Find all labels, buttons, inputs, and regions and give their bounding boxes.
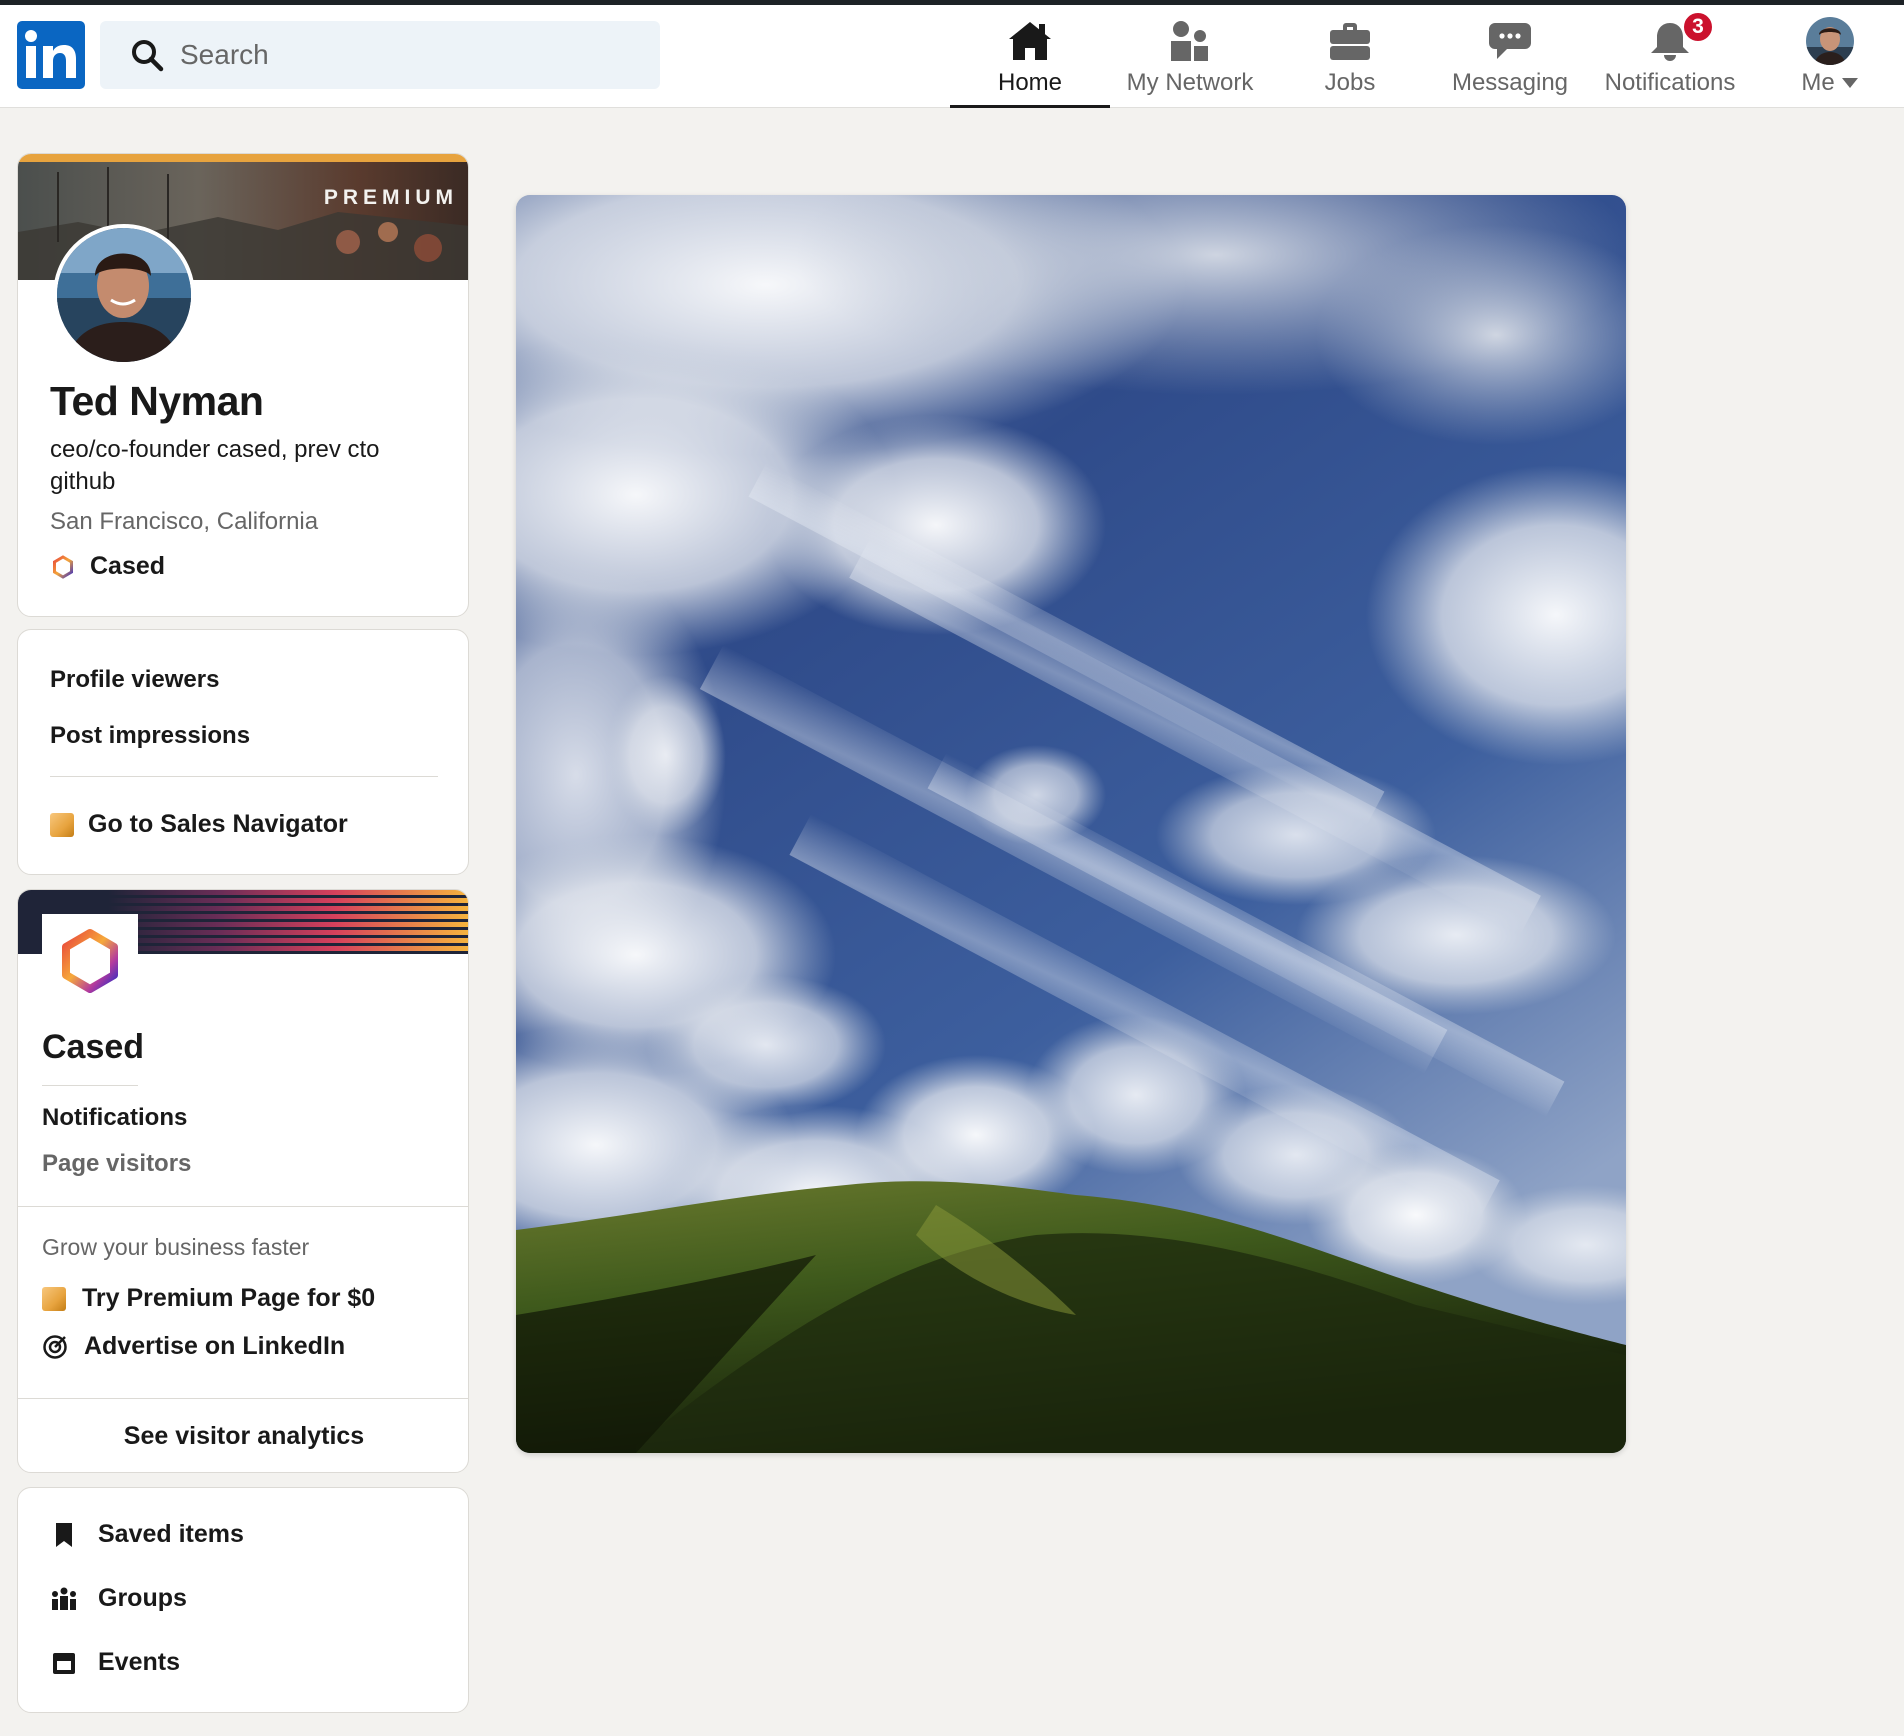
linkedin-logo-icon (25, 30, 76, 78)
premium-page-label: Try Premium Page for $0 (82, 1284, 376, 1312)
company-logo[interactable] (42, 914, 138, 1010)
global-nav: Home My Network Jobs (0, 5, 1904, 108)
profile-company-name: Cased (90, 552, 166, 580)
premium-page-link[interactable]: Try Premium Page for $0 (42, 1284, 375, 1313)
cased-logo-icon (62, 929, 118, 993)
company-notifications-link[interactable]: Notifications (42, 1104, 187, 1132)
nav-jobs[interactable]: Jobs (1270, 5, 1430, 108)
company-page-visitors-link[interactable]: Page visitors (42, 1150, 191, 1178)
nav-messaging[interactable]: Messaging (1430, 5, 1590, 108)
nav-home-label: Home (997, 69, 1063, 96)
search-icon (132, 40, 164, 72)
company-page-card: Cased Notifications Page visitors Grow y… (17, 889, 469, 1473)
feed-photo[interactable] (516, 195, 1626, 1453)
events-link[interactable]: Events (50, 1648, 180, 1677)
linkedin-logo[interactable] (17, 21, 85, 89)
nav-jobs-label: Jobs (1324, 69, 1376, 96)
groups-link[interactable]: Groups (50, 1584, 187, 1613)
search-input[interactable] (180, 39, 640, 71)
premium-icon (42, 1286, 66, 1311)
network-icon (1171, 21, 1208, 61)
sales-navigator-link[interactable]: Go to Sales Navigator (50, 810, 348, 839)
advertise-link[interactable]: Advertise on LinkedIn (42, 1332, 345, 1361)
events-label: Events (98, 1648, 180, 1676)
company-page-name[interactable]: Cased (42, 1028, 144, 1067)
nav-notifications-label: Notifications (1604, 69, 1736, 96)
nav-home[interactable]: Home (950, 5, 1110, 108)
post-impressions-link[interactable]: Post impressions (50, 722, 250, 750)
nav-notifications[interactable]: 3 Notifications (1590, 5, 1750, 108)
groups-icon (52, 1587, 76, 1610)
grow-business-text: Grow your business faster (42, 1234, 310, 1260)
sky-hill-image (516, 195, 1626, 1453)
briefcase-icon (1330, 23, 1370, 60)
nav-me[interactable]: Me (1750, 5, 1904, 108)
company-divider-1 (18, 1206, 468, 1207)
profile-viewers-link[interactable]: Profile viewers (50, 666, 219, 694)
search-bar[interactable] (100, 21, 660, 89)
primary-nav: Home My Network Jobs Messaging 3 Notific… (950, 5, 1904, 108)
nav-me-label-group: Me (1801, 69, 1858, 97)
profile-avatar[interactable] (53, 224, 195, 366)
profile-headline: ceo/co-founder cased, prev cto github (50, 436, 380, 495)
calendar-icon (53, 1652, 75, 1674)
saved-items-link[interactable]: Saved items (50, 1520, 244, 1549)
stats-card: Profile viewers Post impressions Go to S… (17, 629, 469, 875)
nav-my-network-label: My Network (1126, 69, 1254, 96)
target-icon (43, 1334, 67, 1359)
groups-label: Groups (98, 1584, 187, 1612)
me-avatar (1806, 17, 1854, 65)
notifications-badge: 3 (1682, 11, 1714, 43)
home-icon (1009, 22, 1051, 60)
sales-navigator-label: Go to Sales Navigator (88, 810, 348, 838)
cased-logo-icon (53, 554, 73, 579)
chat-icon (1489, 23, 1531, 59)
company-name-divider (42, 1085, 138, 1086)
premium-icon (50, 812, 74, 837)
profile-location: San Francisco, California (50, 508, 319, 535)
nav-my-network[interactable]: My Network (1110, 5, 1270, 108)
bookmark-icon (56, 1522, 72, 1547)
profile-card: PREMIUM Ted Nyman ceo/co-founder cased, … (17, 153, 469, 617)
advertise-label: Advertise on LinkedIn (84, 1332, 346, 1360)
chevron-down-icon (1841, 78, 1858, 88)
saved-items-label: Saved items (98, 1520, 244, 1548)
profile-name[interactable]: Ted Nyman (50, 378, 264, 425)
stats-divider (50, 776, 438, 777)
quick-links-card: Saved items Groups Events (17, 1487, 469, 1713)
premium-label: PREMIUM (323, 186, 458, 209)
nav-messaging-label: Messaging (1451, 69, 1569, 96)
visitor-analytics-button[interactable]: See visitor analytics (18, 1398, 468, 1472)
nav-me-label: Me (1801, 69, 1835, 96)
profile-company[interactable]: Cased (50, 552, 165, 581)
